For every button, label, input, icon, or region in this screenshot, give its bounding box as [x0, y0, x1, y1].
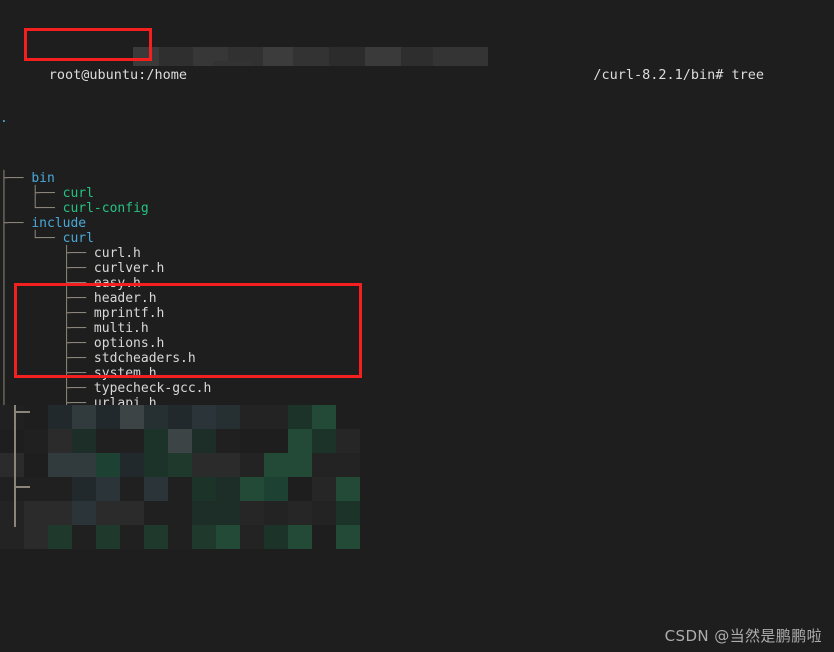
tree-entry-name: libcurl.so.4: [62, 486, 157, 501]
tree-line: │ ├── system.h: [0, 366, 834, 381]
tree-branch-glyph: │ ├──: [0, 381, 94, 396]
tree-entry-name: multi.h: [93, 321, 149, 336]
tree-line: │ ├── multi.h: [0, 321, 834, 336]
tree-branch-glyph: │ ├──: [0, 291, 94, 306]
symlink-target: libcurl.so.4.8.0: [187, 486, 314, 501]
tree-branch-glyph: │ ├──: [0, 366, 94, 381]
terminal-window: root@ubuntu:/home /curl-8.2.1/bin# tree …: [0, 0, 834, 652]
tree-branch-glyph: ├──: [0, 216, 32, 231]
tree-entry-name: curl-config: [62, 201, 149, 216]
tree-entry-name: curl.h: [93, 246, 141, 261]
redacted-tree-branch-2: [14, 486, 30, 488]
tree-entry-name: curlver.h: [93, 261, 165, 276]
tree-line: │ └── curl: [0, 231, 834, 246]
prompt-prefix: root@ubuntu:/home: [48, 67, 187, 83]
tree-line: ├── lib: [0, 426, 834, 441]
tree-entry-name: header.h: [93, 291, 157, 306]
tree-branch-glyph: │ ├──: [0, 261, 94, 276]
tree-branch-glyph: │ ├──: [0, 321, 94, 336]
tree-entry-name: system.h: [93, 366, 157, 381]
tree-branch-glyph: │ ├──: [0, 246, 94, 261]
tree-line: │ └── curl-config: [0, 201, 834, 216]
tree-branch-glyph: │ └──: [0, 201, 63, 216]
terminal-output: root@ubuntu:/home /curl-8.2.1/bin# tree …: [0, 0, 834, 652]
redacted-tree-branch-1: [14, 411, 30, 413]
tree-line: │ ├── curlver.h: [0, 261, 834, 276]
tree-entry-name: urlapi.h: [93, 396, 157, 411]
tree-entry-name: libcurl.pc: [93, 531, 173, 546]
tree-listing-top: ├── bin │ ├── curl │ └── curl-config ├── in…: [0, 171, 834, 546]
tree-branch-glyph: ├──: [0, 171, 32, 186]
symlink-arrow: ->: [140, 471, 173, 486]
tree-entry-name: curl: [62, 231, 94, 246]
tree-line: │ ├── curl: [0, 186, 834, 201]
tree-entry-name: curl: [62, 186, 94, 201]
tree-root-line: .: [0, 111, 834, 126]
symlink-arrow: ->: [156, 486, 188, 501]
tree-line: │ ├── options.h: [0, 336, 834, 351]
tree-entry-name: typecheck-gcc.h: [93, 381, 212, 396]
prompt-suffix: /curl-8.2.1/bin# tree: [593, 67, 765, 83]
tree-branch-glyph: │ ├──: [0, 486, 63, 501]
tree-entry-name: easy.h: [93, 276, 141, 291]
symlink-target: libcurl.so.4.8.0: [172, 471, 298, 486]
tree-line: ├── bin: [0, 171, 834, 186]
tree-line: │ └── libcurl.pc: [0, 531, 834, 546]
tree-entry-name: libcurl.so: [62, 471, 141, 486]
tree-branch-glyph: │ ├──: [0, 351, 94, 366]
tree-entry-name: libcurl.so.4.8.0: [62, 501, 188, 516]
redacted-tree-trunk: [14, 405, 16, 527]
tree-line: │ ├── typecheck-gcc.h: [0, 381, 834, 396]
tree-line: │ ├── urlapi.h: [0, 396, 834, 411]
tree-branch-glyph: │ ├──: [0, 501, 63, 516]
tree-entry-name: libcurl.a: [62, 441, 134, 456]
tree-entry-name: options.h: [93, 336, 165, 351]
tree-line: │ ├── mprintf.h: [0, 306, 834, 321]
tree-line: │ └── websockets.h: [0, 411, 834, 426]
tree-line: │ ├── header.h: [0, 291, 834, 306]
tree-line: │ ├── stdcheaders.h: [0, 351, 834, 366]
tree-entry-name: mprintf.h: [93, 306, 165, 321]
tree-entry-name: bin: [31, 171, 55, 186]
tree-line: │ ├── libcurl.so -> libcurl.so.4.8.0: [0, 471, 834, 486]
tree-line: │ ├── curl.h: [0, 246, 834, 261]
tree-line: │ ├── libcurl.so.4 -> libcurl.so.4.8.0: [0, 486, 834, 501]
tree-line: │ └── pkgconfig: [0, 516, 834, 531]
tree-line: │ ├── libcurl.a: [0, 441, 834, 456]
csdn-watermark: CSDN @当然是鹏鹏啦: [664, 627, 822, 645]
tree-entry-name: websockets.h: [93, 411, 188, 426]
tree-branch-glyph: │ ├──: [0, 441, 63, 456]
tree-branch-glyph: │ ├──: [0, 456, 63, 471]
tree-entry-name: lib: [31, 426, 55, 441]
tree-line: │ ├── easy.h: [0, 276, 834, 291]
tree-branch-glyph: │ ├──: [0, 186, 63, 201]
tree-line: ├── include: [0, 216, 834, 231]
shell-prompt-line: root@ubuntu:/home /curl-8.2.1/bin# tree: [0, 47, 834, 83]
tree-branch-glyph: │ └──: [0, 516, 63, 531]
tree-entry-name: include: [31, 216, 87, 231]
tree-line: │ ├── libcurl.la: [0, 456, 834, 471]
tree-branch-glyph: │ ├──: [0, 276, 94, 291]
tree-branch-glyph: │ ├──: [0, 336, 94, 351]
tree-entry-name: stdcheaders.h: [93, 351, 196, 366]
tree-branch-glyph: │ └──: [0, 531, 94, 546]
prompt-path-redaction: [133, 47, 488, 66]
tree-line: │ ├── libcurl.so.4.8.0: [0, 501, 834, 516]
tree-branch-glyph: │ ├──: [0, 471, 63, 486]
prompt-suffix-spacer: [187, 67, 593, 83]
tree-branch-glyph: │ └──: [0, 231, 63, 246]
tree-entry-name: libcurl.la: [62, 456, 141, 471]
tree-branch-glyph: │ ├──: [0, 306, 94, 321]
tree-entry-name: pkgconfig: [62, 516, 134, 531]
